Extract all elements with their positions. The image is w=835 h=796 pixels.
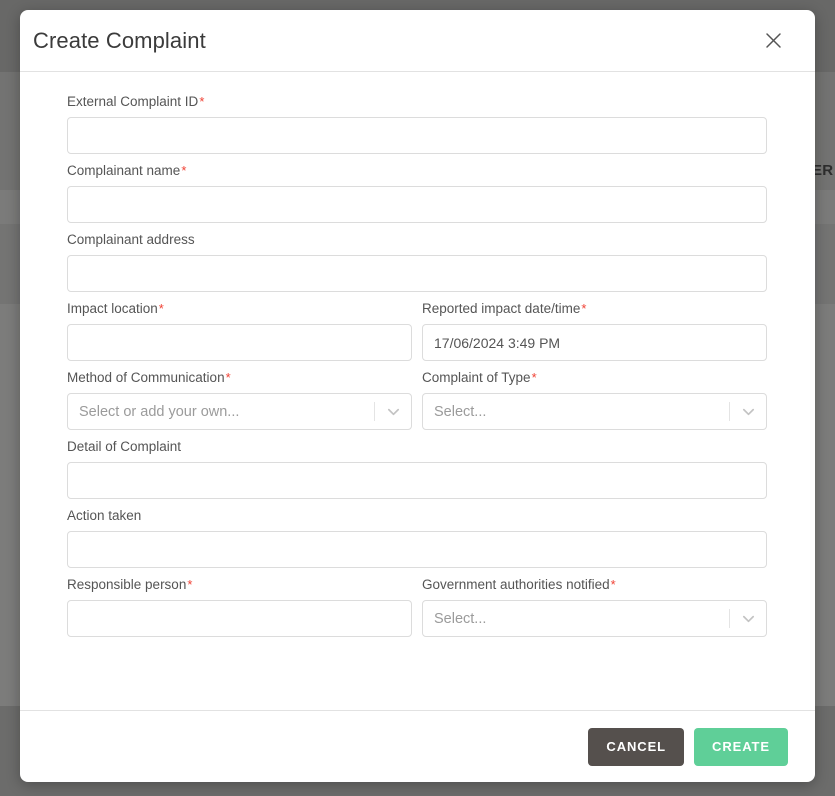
field-label: Reported impact date/time*	[422, 301, 767, 317]
field-external-complaint-id: External Complaint ID*	[67, 94, 767, 154]
required-marker: *	[531, 370, 537, 385]
field-label: Detail of Complaint	[67, 439, 767, 455]
field-label-text: Action taken	[67, 508, 142, 523]
field-label: Method of Communication*	[67, 370, 412, 386]
field-label: Action taken	[67, 508, 767, 524]
method-of-communication-select[interactable]: Select or add your own...	[67, 393, 412, 430]
field-label: Government authorities notified*	[422, 577, 767, 593]
field-complainant-address: Complainant address	[67, 232, 767, 292]
field-label-text: Reported impact date/time	[422, 301, 581, 316]
field-label-text: Impact location	[67, 301, 158, 316]
complainant-name-input[interactable]	[67, 186, 767, 223]
dialog-header: Create Complaint	[20, 10, 815, 72]
action-taken-input[interactable]	[67, 531, 767, 568]
detail-of-complaint-input[interactable]	[67, 462, 767, 499]
responsible-person-input[interactable]	[67, 600, 412, 637]
field-row-location-datetime: Impact location* Reported impact date/ti…	[67, 301, 768, 370]
field-label-text: Complainant address	[67, 232, 195, 247]
create-button[interactable]: CREATE	[694, 727, 788, 766]
field-impact-location: Impact location*	[67, 301, 412, 361]
select-value: Select...	[434, 610, 487, 627]
required-marker: *	[581, 301, 587, 316]
field-detail-of-complaint: Detail of Complaint	[67, 439, 767, 499]
dialog-footer: CANCEL CREATE	[20, 710, 815, 782]
field-responsible-person: Responsible person*	[67, 577, 412, 637]
government-authorities-notified-select[interactable]: Select...	[422, 600, 767, 637]
field-complaint-of-type: Complaint of Type* Select...	[422, 370, 767, 430]
field-label-text: Method of Communication	[67, 370, 225, 385]
required-marker: *	[610, 577, 616, 592]
reported-impact-datetime-input[interactable]	[422, 324, 767, 361]
complaint-of-type-select[interactable]: Select...	[422, 393, 767, 430]
chevron-down-icon[interactable]	[730, 601, 766, 636]
create-complaint-dialog: Create Complaint External Complaint ID* …	[20, 10, 815, 782]
field-government-authorities-notified: Government authorities notified* Select.…	[422, 577, 767, 637]
field-row-person-authorities: Responsible person* Government authoriti…	[67, 577, 768, 646]
field-label: Complainant address	[67, 232, 767, 248]
field-reported-impact-datetime: Reported impact date/time*	[422, 301, 767, 361]
field-label: Responsible person*	[67, 577, 412, 593]
required-marker: *	[181, 163, 187, 178]
required-marker: *	[158, 301, 164, 316]
page-title: Create Complaint	[33, 27, 206, 53]
chevron-down-icon[interactable]	[730, 394, 766, 429]
required-marker: *	[225, 370, 231, 385]
required-marker: *	[199, 94, 205, 109]
complainant-address-input[interactable]	[67, 255, 767, 292]
field-label: Complainant name*	[67, 163, 767, 179]
required-marker: *	[187, 577, 193, 592]
field-label-text: Responsible person	[67, 577, 187, 592]
field-label: Impact location*	[67, 301, 412, 317]
select-value: Select or add your own...	[79, 403, 240, 420]
field-method-of-communication: Method of Communication* Select or add y…	[67, 370, 412, 430]
field-label: Complaint of Type*	[422, 370, 767, 386]
field-label-text: Complaint of Type	[422, 370, 531, 385]
field-row-method-type: Method of Communication* Select or add y…	[67, 370, 768, 439]
field-label-text: Detail of Complaint	[67, 439, 182, 454]
select-value: Select...	[434, 403, 487, 420]
backdrop-partial-text: ER	[812, 162, 834, 179]
field-label: External Complaint ID*	[67, 94, 767, 110]
field-label-text: Complainant name	[67, 163, 181, 178]
close-icon[interactable]	[758, 26, 788, 56]
external-complaint-id-input[interactable]	[67, 117, 767, 154]
chevron-down-icon[interactable]	[375, 394, 411, 429]
field-complainant-name: Complainant name*	[67, 163, 767, 223]
field-label-text: Government authorities notified	[422, 577, 610, 592]
field-label-text: External Complaint ID	[67, 94, 199, 109]
cancel-button[interactable]: CANCEL	[588, 727, 684, 766]
impact-location-input[interactable]	[67, 324, 412, 361]
dialog-body: External Complaint ID* Complainant name*…	[20, 72, 815, 710]
field-action-taken: Action taken	[67, 508, 767, 568]
